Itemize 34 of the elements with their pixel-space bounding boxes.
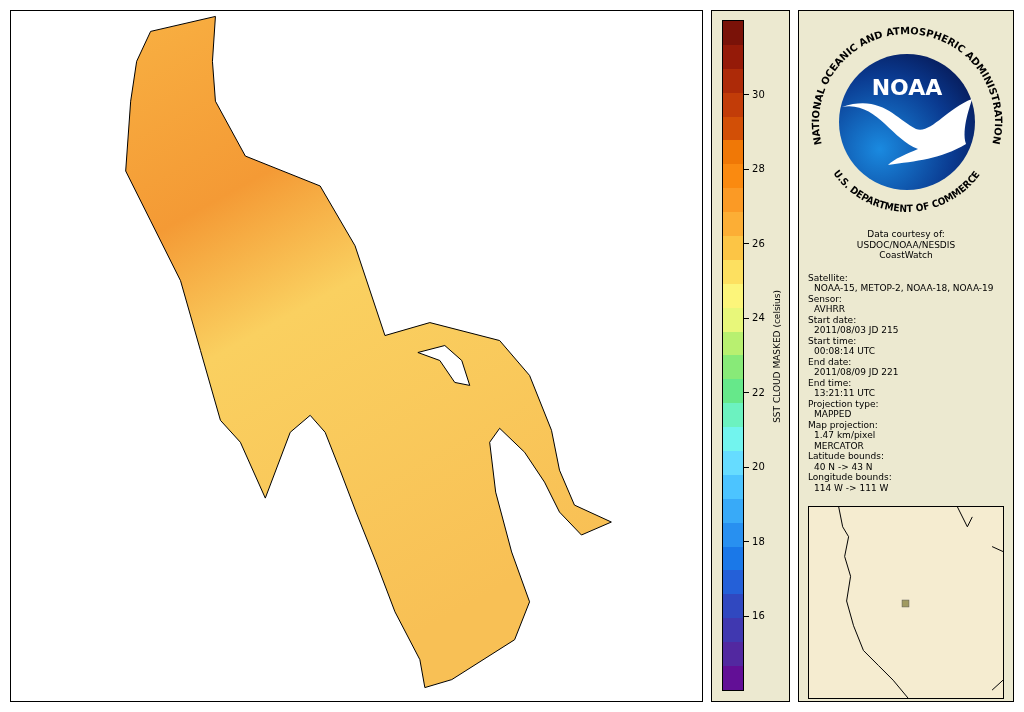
- field-value: MAPPED: [813, 409, 853, 420]
- field-value: 00:08:14 UTC: [813, 346, 877, 357]
- field-value: 40 N -> 43 N: [813, 461, 874, 472]
- field-label: Satellite:: [808, 272, 849, 283]
- field-value: AVHRR: [813, 304, 846, 315]
- scale-title: SST CLOUD MASKED (celsius): [771, 290, 784, 423]
- field-label: Longitude bounds:: [808, 472, 893, 483]
- courtesy-text: USDOC/NOAA/NESDIS: [856, 239, 956, 250]
- scale-tick-label: 20: [752, 461, 765, 474]
- scale-tick-label: 30: [752, 88, 765, 101]
- scale-tick-label: 24: [752, 312, 765, 325]
- field-label: End date:: [808, 356, 853, 367]
- field-value: 2011/08/09 JD 221: [813, 367, 900, 378]
- field-value: MERCATOR: [813, 440, 865, 451]
- scale-tick-label: 16: [752, 610, 765, 623]
- field-label: Latitude bounds:: [808, 451, 885, 462]
- field-value: 114 W -> 111 W: [813, 482, 890, 493]
- location-marker-icon: [901, 599, 910, 608]
- field-label: Sensor:: [808, 293, 843, 304]
- field-label: Start date:: [808, 314, 858, 325]
- field-label: Start time:: [808, 335, 858, 346]
- courtesy-text: Data courtesy of:: [867, 229, 945, 240]
- courtesy-text: CoastWatch: [879, 250, 933, 261]
- field-value: 1.47 km/pixel: [813, 430, 877, 441]
- field-value: 2011/08/03 JD 215: [813, 325, 900, 336]
- field-value: NOAA-15, METOP-2, NOAA-18, NOAA-19: [813, 283, 995, 294]
- scale-tick-label: 22: [752, 386, 765, 399]
- scale-tick-label: 18: [752, 535, 765, 548]
- scale-tick-label: 28: [752, 163, 765, 176]
- field-label: End time:: [808, 377, 853, 388]
- field-value: 13:21:11 UTC: [813, 388, 877, 399]
- field-label: Map projection:: [808, 419, 879, 430]
- scale-tick-label: 26: [752, 237, 765, 250]
- field-label: Projection type:: [808, 398, 880, 409]
